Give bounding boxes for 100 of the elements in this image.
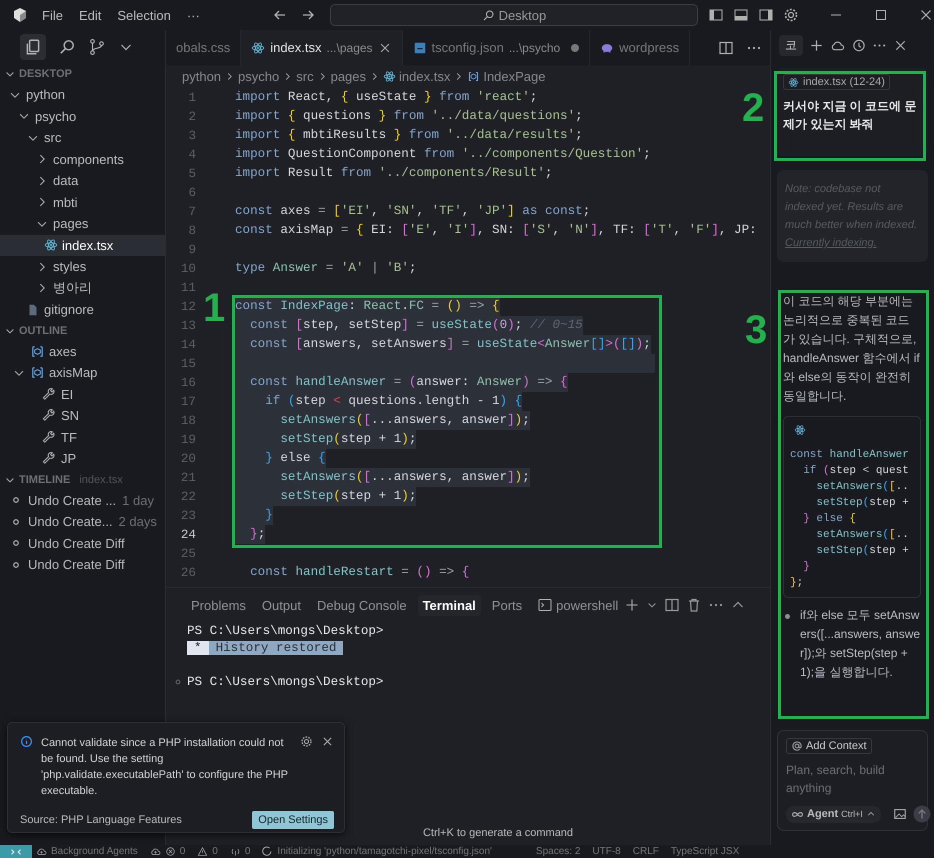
add-context-button[interactable]: Add Context: [786, 738, 872, 754]
status-item[interactable]: TypeScript JSX: [670, 846, 740, 857]
tree-item[interactable]: styles: [0, 256, 165, 278]
files-icon: [24, 38, 42, 56]
status-item[interactable]: CRLF: [632, 846, 659, 857]
line-number: 15: [180, 356, 197, 370]
status-item[interactable]: UTF-8: [592, 846, 621, 857]
tree-item[interactable]: python: [0, 84, 165, 106]
sidebar-layout-icon[interactable]: [708, 7, 724, 23]
plus-icon[interactable]: [624, 597, 640, 613]
line-number: 2: [187, 110, 197, 124]
breadcrumb-item[interactable]: pages: [330, 68, 366, 84]
panel-layout-icon[interactable]: [733, 7, 749, 23]
timeline-entry[interactable]: Undo Create Diff: [28, 536, 125, 551]
status-item[interactable]: 0: [244, 846, 250, 857]
search-field[interactable]: Desktop: [330, 4, 698, 26]
terminal-selector[interactable]: powershell: [537, 597, 618, 613]
breadcrumb-item[interactable]: psycho: [238, 68, 280, 84]
history-icon[interactable]: [851, 38, 866, 52]
tree-item[interactable]: 병아리: [0, 278, 165, 299]
outline-item[interactable]: EI: [0, 384, 165, 405]
tree-item[interactable]: pages: [0, 213, 165, 234]
send-icon[interactable]: [912, 805, 931, 823]
maximize-icon[interactable]: [873, 7, 889, 23]
split-editor-icon[interactable]: [718, 40, 734, 56]
outline-item[interactable]: TF: [0, 426, 165, 448]
panel-tab[interactable]: Ports: [486, 594, 528, 616]
status-item[interactable]: Spaces: 2: [536, 846, 580, 857]
code-line: const axes = ['EI', 'SN', 'TF', 'JP'] as const;: [235, 203, 590, 220]
tree-item[interactable]: index.tsx: [0, 234, 165, 256]
editor-tab[interactable]: tsconfig.json ...\psycho: [402, 30, 590, 65]
timeline-entry[interactable]: Undo Create Diff: [28, 557, 125, 572]
status-item[interactable]: 0: [180, 846, 186, 857]
open-settings-button[interactable]: Open Settings: [252, 811, 334, 829]
outline-item[interactable]: axes: [0, 340, 165, 362]
code-line: import Result from '../components/Result';: [235, 165, 552, 182]
tree-item[interactable]: psycho: [0, 106, 165, 127]
code-line: import QuestionComponent from '../components/Question';: [235, 146, 651, 163]
breadcrumb-item[interactable]: src: [296, 68, 314, 84]
panel-tab[interactable]: Debug Console: [312, 594, 412, 616]
remote-button[interactable]: [0, 845, 32, 858]
search-icon[interactable]: [58, 38, 76, 56]
editor-tab[interactable]: wordpress: [590, 30, 690, 65]
timeline-entry[interactable]: Undo Create ...: [28, 492, 116, 508]
status-item[interactable]: Initializing 'python/tamagotchi-pixel/tsconfig.json': [277, 846, 492, 857]
user-message: 커서야 지금 이 코드에 문제가 있는지 봐줘: [783, 98, 918, 132]
line-number: 26: [180, 566, 197, 580]
panel-tab[interactable]: Problems: [186, 594, 251, 616]
tree-item[interactable]: components: [0, 148, 165, 170]
context-chip[interactable]: index.tsx (12-24): [783, 74, 890, 90]
settings-icon[interactable]: [783, 7, 799, 23]
new-chat-icon[interactable]: [809, 38, 824, 52]
wrench-icon: [42, 408, 57, 424]
tree-item[interactable]: mbti: [0, 192, 165, 213]
error-icon: [164, 846, 176, 857]
react-icon: [788, 76, 799, 88]
settings-icon[interactable]: [300, 735, 313, 748]
status-item[interactable]: 0: [212, 846, 218, 857]
chat-tab[interactable]: 코: [779, 34, 803, 56]
breadcrumb-item[interactable]: index.tsx: [399, 68, 450, 84]
split-terminal-icon[interactable]: [664, 597, 680, 613]
line-number: 10: [180, 262, 197, 276]
line-number: 14: [180, 338, 197, 352]
status-item[interactable]: Background Agents: [51, 846, 138, 857]
menu-item[interactable]: ···: [186, 8, 200, 22]
close-icon[interactable]: [321, 735, 334, 748]
menu-item[interactable]: Selection: [117, 8, 171, 22]
side-panel-layout-icon[interactable]: [758, 7, 774, 23]
react-icon: [251, 40, 266, 54]
source-control-icon[interactable]: [88, 38, 106, 56]
outline-item[interactable]: JP: [0, 448, 165, 470]
menu-item[interactable]: File: [42, 8, 63, 22]
typescript-file-icon: [412, 40, 427, 54]
editor-tab[interactable]: index.tsx ...\pages: [241, 30, 403, 65]
status-dot-icon: [173, 676, 183, 686]
outline-item[interactable]: SN: [0, 405, 165, 426]
image-icon[interactable]: [892, 807, 907, 821]
menu-item[interactable]: Edit: [78, 8, 102, 22]
input-placeholder: Plan, search, build anything: [786, 762, 886, 797]
bullet-text: if와 else 모두 setAnswers([...answers, answer]);와 setStep(step + 1);을 실행합니다.: [800, 607, 921, 681]
annotation-number: 1: [203, 288, 226, 328]
line-number: 7: [187, 204, 197, 218]
code-line: import React, { useState } from 'react';: [235, 89, 538, 106]
tree-item[interactable]: gitignore: [0, 299, 165, 320]
code-line: const axisMap = { EI: ['E', 'I'], SN: ['S', 'N'], TF: ['T', 'F'], JP:: [235, 222, 757, 239]
code-line: setStep(step +: [815, 544, 910, 559]
code-line: const handleAnswer: [790, 448, 910, 463]
tree-item[interactable]: data: [0, 170, 165, 192]
chat-input[interactable]: Add Context Plan, search, build anything Agent Ctrl+I: [777, 730, 928, 831]
code-line: setStep(step +: [815, 496, 910, 511]
outline-item[interactable]: axisMap: [0, 362, 165, 384]
mode-selector[interactable]: Agent Ctrl+I: [786, 806, 881, 822]
timeline-entry[interactable]: Undo Create...: [28, 514, 113, 530]
antenna-icon: [230, 846, 241, 857]
panel-tab[interactable]: Terminal: [418, 594, 481, 616]
explorer-button[interactable]: [20, 34, 46, 60]
breadcrumb-item[interactable]: python: [182, 68, 222, 84]
tree-item[interactable]: src: [0, 127, 165, 148]
panel-tab[interactable]: Output: [256, 594, 306, 616]
breadcrumb-item[interactable]: IndexPage: [483, 68, 546, 84]
